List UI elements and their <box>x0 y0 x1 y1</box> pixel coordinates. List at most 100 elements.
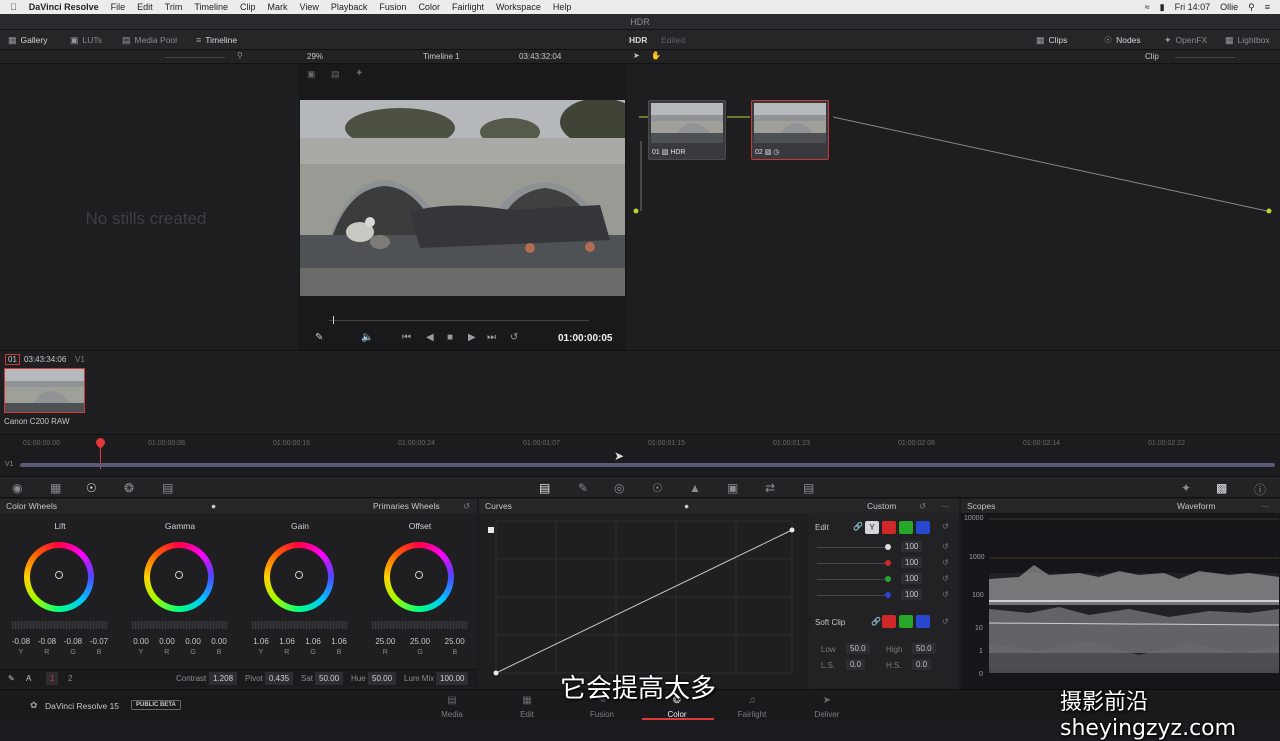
tracker-icon[interactable]: ☉ <box>652 481 663 495</box>
high-value[interactable]: 50.0 <box>912 643 936 654</box>
media-page-icon[interactable]: ▤ <box>422 695 482 706</box>
motion-effects-icon[interactable]: ▤ <box>162 481 173 495</box>
play-icon[interactable]: ▶ <box>468 332 476 343</box>
rgb-mixer-icon[interactable]: ❂ <box>124 481 134 495</box>
menu-fairlight[interactable]: Fairlight <box>452 2 484 12</box>
intensity-slider-g[interactable] <box>817 579 889 580</box>
color-match-icon[interactable]: ▦ <box>50 481 61 495</box>
slider-knob[interactable] <box>885 544 891 550</box>
intensity-slider-b[interactable] <box>817 595 889 596</box>
wheel-value[interactable]: 25.00 <box>445 637 465 646</box>
nodes-button[interactable]: ☉ Nodes <box>1104 30 1141 50</box>
low-value[interactable]: 50.0 <box>846 643 870 654</box>
menu-workspace[interactable]: Workspace <box>496 2 541 12</box>
wifi-icon[interactable]: ≈ <box>1145 2 1150 12</box>
hs-value[interactable]: 0.0 <box>912 659 932 670</box>
camera-raw-icon[interactable]: ◉ <box>12 481 22 495</box>
reset-icon[interactable]: ↺ <box>942 522 949 531</box>
page-edit[interactable]: Edit <box>497 710 557 719</box>
sizing-icon[interactable]: ⇄ <box>765 481 775 495</box>
menu-clock[interactable]: Fri 14:07 <box>1175 2 1211 12</box>
wheel-value[interactable]: 0.00 <box>159 637 175 646</box>
3d-icon[interactable]: ▤ <box>803 481 814 495</box>
openfx-button[interactable]: ✦ OpenFX <box>1164 30 1207 50</box>
clips-button[interactable]: ▦ Clips <box>1036 30 1067 50</box>
wheel-master-slider[interactable] <box>132 621 228 629</box>
scrubber-handle[interactable] <box>333 316 334 324</box>
menu-timeline[interactable]: Timeline <box>194 2 228 12</box>
wheel-value[interactable]: 1.06 <box>253 637 269 646</box>
reset-icon[interactable]: ↺ <box>463 501 470 512</box>
lummix-value[interactable]: 100.00 <box>436 672 469 685</box>
stop-icon[interactable]: ■ <box>447 332 453 343</box>
search-icon[interactable]: ⚲ <box>1248 2 1255 13</box>
softclip-green-button[interactable] <box>899 615 913 628</box>
wheel-center[interactable] <box>55 571 63 579</box>
wheels-mode-select[interactable]: Primaries Wheels <box>373 501 440 511</box>
timeline-clip-bar[interactable] <box>20 463 1275 467</box>
media-pool-button[interactable]: ▤ Media Pool <box>122 30 177 50</box>
intensity-value-b[interactable]: 100 <box>901 589 923 600</box>
menu-app-name[interactable]: DaVinci Resolve <box>29 2 99 12</box>
softclip-blue-button[interactable] <box>916 615 930 628</box>
mini-timeline[interactable]: 01:00:00:00 01:00:00:08 01:00:00:16 01:0… <box>0 434 1280 474</box>
auto-balance-icon[interactable]: ✎ <box>8 674 15 683</box>
node-editor[interactable]: 01 ▧ HDR 02 ▧ ◷ <box>627 64 1280 350</box>
wheel-value[interactable]: 0.00 <box>211 637 227 646</box>
reset-icon[interactable]: ↺ <box>942 542 949 551</box>
page-fairlight[interactable]: Fairlight <box>722 710 782 719</box>
slider-knob[interactable] <box>885 592 891 598</box>
node-01[interactable]: 01 ▧ HDR <box>648 100 726 160</box>
wheel-value[interactable]: 1.06 <box>305 637 321 646</box>
reset-icon[interactable]: ↺ <box>942 574 949 583</box>
contrast-value[interactable]: 1.208 <box>209 672 238 685</box>
node-mode-select[interactable]: Clip <box>1145 52 1159 61</box>
blue-channel-button[interactable] <box>916 521 930 534</box>
menu-help[interactable]: Help <box>553 2 572 12</box>
clip-thumbnail[interactable] <box>4 368 85 413</box>
intensity-slider-r[interactable] <box>817 563 889 564</box>
scopes-mode-select[interactable]: Waveform <box>1177 501 1215 511</box>
ls-value[interactable]: 0.0 <box>846 659 866 670</box>
blur-icon[interactable]: ▲ <box>689 481 701 495</box>
skip-start-icon[interactable]: ⏮ <box>402 332 411 343</box>
curves-icon[interactable]: ▤ <box>539 481 550 495</box>
reset-icon[interactable]: ↺ <box>942 590 949 599</box>
timeline-button[interactable]: ≡ Timeline <box>196 30 237 50</box>
auto-icon[interactable]: A <box>26 674 31 683</box>
wheel-master-slider[interactable] <box>252 621 348 629</box>
notification-icon[interactable]: ≡ <box>1265 2 1270 12</box>
search-icon[interactable]: ⚲ <box>237 51 243 60</box>
pointer-icon[interactable]: ➤ <box>633 51 640 60</box>
link-icon[interactable]: 🔗 <box>853 522 863 531</box>
viewer-zoom[interactable]: 29% <box>307 52 323 61</box>
color-picker-icon[interactable]: ✎ <box>315 332 323 343</box>
intensity-value-r[interactable]: 100 <box>901 557 923 568</box>
menu-edit[interactable]: Edit <box>137 2 153 12</box>
color-wheels-icon[interactable]: ☉ <box>86 481 97 495</box>
gallery-zoom-slider[interactable] <box>165 57 225 58</box>
wheel-value[interactable]: 25.00 <box>375 637 395 646</box>
skip-end-icon[interactable]: ⏭ <box>487 332 496 343</box>
menu-user[interactable]: Ollie <box>1220 2 1238 12</box>
wheel-center[interactable] <box>295 571 303 579</box>
wheel-value[interactable]: 0.00 <box>185 637 201 646</box>
menu-playback[interactable]: Playback <box>331 2 368 12</box>
luts-button[interactable]: ▣ LUTs <box>70 30 102 50</box>
info-panel-icon[interactable]: ✦ <box>1181 481 1191 495</box>
apple-icon[interactable]:  <box>10 2 17 12</box>
wheel-value[interactable]: 0.00 <box>133 637 149 646</box>
page-fusion[interactable]: Fusion <box>572 710 632 719</box>
reset-icon[interactable]: ↺ <box>942 617 949 626</box>
page-2-button[interactable]: 2 <box>68 674 72 683</box>
wheel-master-slider[interactable] <box>12 621 108 629</box>
more-options-icon[interactable]: ⋯ <box>1261 501 1270 512</box>
node-02[interactable]: 02 ▧ ◷ <box>751 100 829 160</box>
wheel-center[interactable] <box>175 571 183 579</box>
scrubber-bar[interactable] <box>329 320 589 321</box>
menu-view[interactable]: View <box>300 2 319 12</box>
slider-knob[interactable] <box>885 576 891 582</box>
play-reverse-icon[interactable]: ◀ <box>426 332 434 343</box>
timeline-name[interactable]: Timeline 1 <box>423 52 460 61</box>
deliver-page-icon[interactable]: ➤ <box>797 695 857 706</box>
